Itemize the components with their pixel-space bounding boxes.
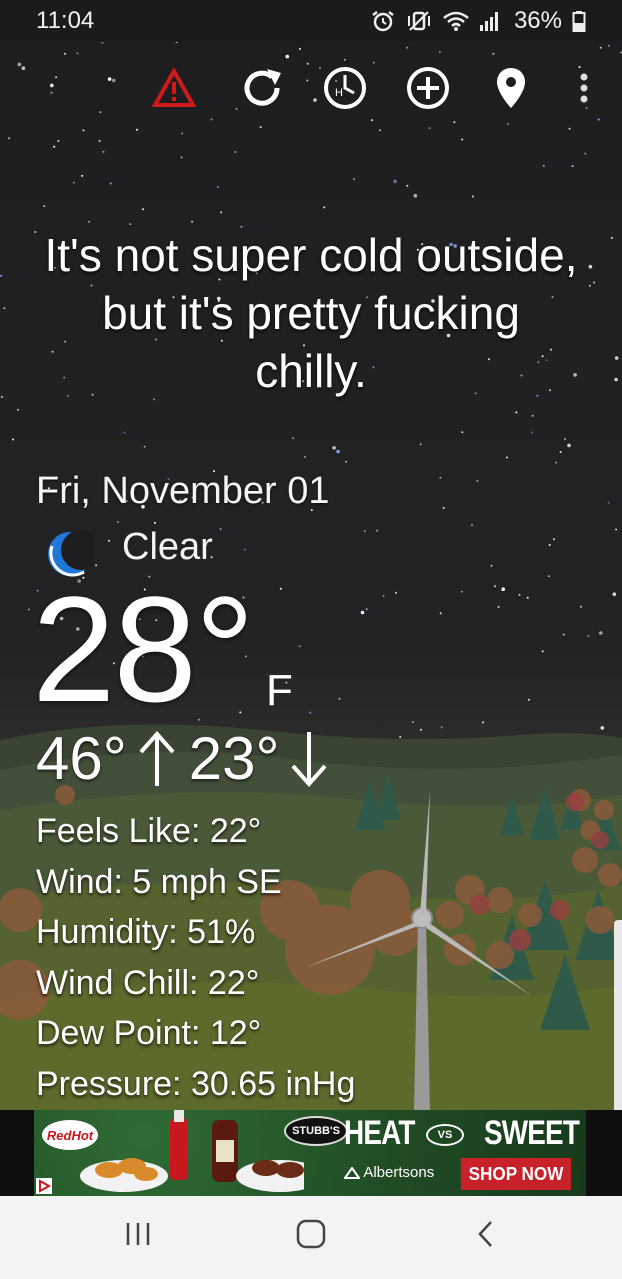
back-button[interactable] [456, 1214, 516, 1258]
location-button[interactable] [483, 62, 539, 118]
location-pin-icon [495, 66, 527, 115]
ad-creative[interactable]: RedHot STUBB'S HEAT VS SWEET Albertsons … [34, 1110, 586, 1196]
weather-headline: It's not super cold outside, but it's pr… [44, 229, 578, 397]
wifi-icon [442, 10, 469, 32]
alert-triangle-icon [151, 66, 197, 113]
arrow-up-icon [135, 730, 179, 788]
vibrate-mute-icon [406, 10, 432, 32]
temperature-unit: F [266, 666, 293, 715]
detail-feels-like: Feels Like: 22° [36, 812, 262, 850]
home-icon [296, 1219, 326, 1254]
high-temperature: 46° [36, 725, 127, 792]
forecast-date: Fri, November 01 [36, 470, 330, 512]
refresh-button[interactable] [234, 62, 290, 118]
overflow-menu-icon [579, 73, 589, 108]
add-location-icon [405, 65, 451, 116]
condition-text: Clear [122, 526, 213, 568]
home-button[interactable] [281, 1214, 341, 1258]
detail-dew-point: Dew Point: 12° [36, 1014, 262, 1052]
shop-now-button[interactable]: SHOP NOW [460, 1158, 572, 1190]
ad-banner[interactable]: RedHot STUBB'S HEAT VS SWEET Albertsons … [0, 1110, 622, 1196]
ad-retailer: Albertsons [343, 1164, 435, 1181]
system-navigation-bar [0, 1196, 622, 1279]
svg-text:H: H [335, 87, 343, 99]
ad-retailer-name: Albertsons [363, 1164, 435, 1181]
ad-vs-badge: VS [426, 1124, 464, 1146]
weather-app-screen: 11:04 36% H It's not super cold outside,… [0, 0, 622, 1279]
recent-apps-icon [123, 1221, 153, 1252]
high-low-row: 46° 23° [36, 726, 341, 792]
alert-button[interactable] [146, 62, 202, 118]
battery-percent: 36% [513, 7, 562, 34]
status-time: 11:04 [36, 7, 95, 34]
arrow-down-icon [287, 730, 331, 788]
status-bar: 11:04 36% [0, 0, 622, 42]
ad-brand-stubbs: STUBB'S [284, 1116, 348, 1146]
add-location-button[interactable] [400, 62, 456, 118]
history-button[interactable]: H [317, 62, 373, 118]
detail-wind: Wind: 5 mph SE [36, 862, 282, 901]
detail-humidity: Humidity: 51% [36, 913, 256, 951]
back-icon [476, 1219, 496, 1254]
app-toolbar: H [0, 62, 622, 122]
weather-details-list: Feels Like: 22° Wind: 5 mph SE Humidity:… [36, 806, 355, 1109]
detail-wind-chill: Wind Chill: 22° [36, 963, 260, 1002]
recent-apps-button[interactable] [108, 1214, 168, 1258]
battery-icon [572, 10, 586, 32]
overflow-menu-button[interactable] [556, 62, 612, 118]
current-temperature: 28° [32, 565, 255, 733]
history-clock-icon: H [322, 65, 368, 116]
detail-pressure: Pressure: 30.65 inHg [36, 1064, 356, 1103]
signal-icon [478, 10, 504, 32]
ad-food-image [80, 1110, 304, 1192]
low-temperature: 23° [188, 725, 280, 792]
refresh-icon [239, 65, 285, 116]
alarm-icon [370, 10, 396, 32]
ad-sweet-text: SWEET [484, 1114, 580, 1152]
ad-heat-text: HEAT [344, 1114, 415, 1152]
ad-choices-icon[interactable] [36, 1178, 52, 1194]
